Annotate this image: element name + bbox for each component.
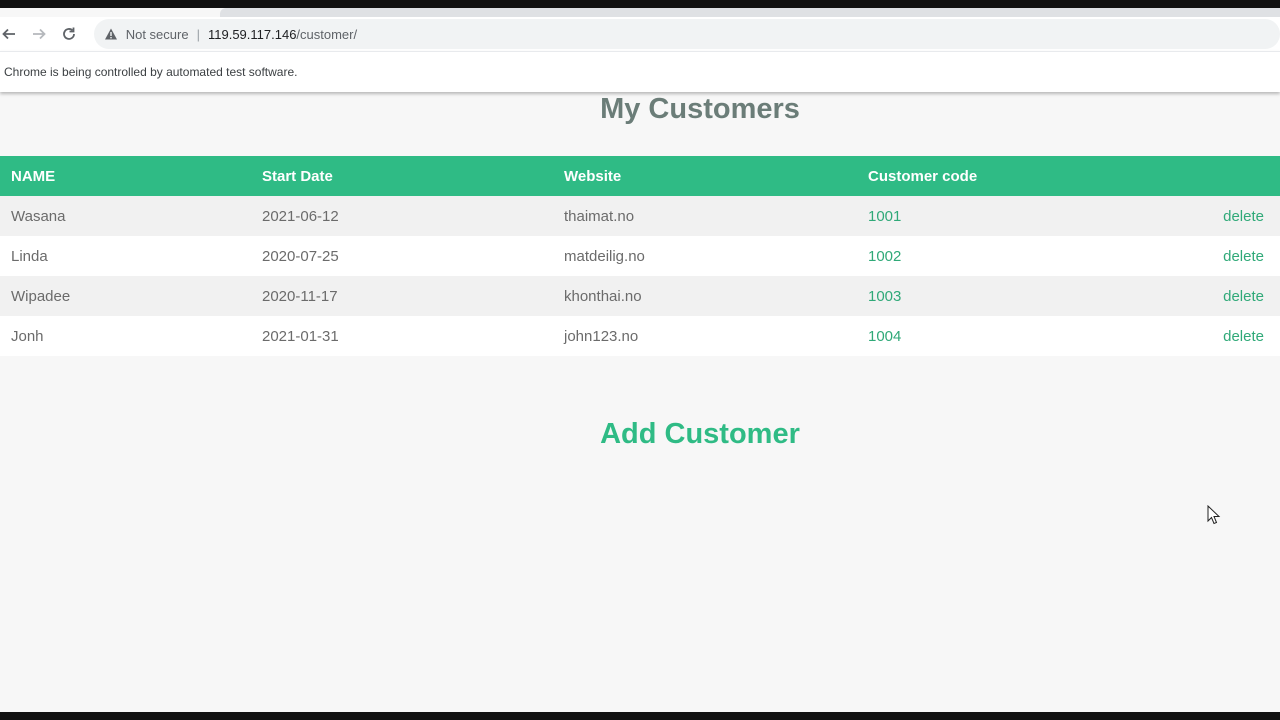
table-row: Jonh 2021-01-31 john123.no 1004 delete	[0, 316, 1280, 356]
cell-website: thaimat.no	[564, 207, 635, 225]
cell-website: matdeilig.no	[564, 247, 645, 265]
cell-website: khonthai.no	[564, 287, 642, 305]
add-customer-heading: Add Customer	[600, 418, 800, 450]
cell-customer-code: 1002	[868, 247, 902, 265]
cell-name: Wipadee	[11, 287, 71, 305]
cell-action: delete	[1157, 276, 1280, 316]
automation-infobar: Chrome is being controlled by automated …	[0, 51, 1280, 92]
cell-name: Linda	[11, 247, 48, 265]
reload-icon	[62, 27, 75, 40]
arrow-right-icon	[32, 28, 46, 40]
delete-link[interactable]: delete	[1223, 328, 1264, 345]
header-start-date: Start Date	[262, 167, 333, 185]
cell-website: john123.no	[564, 327, 639, 345]
reload-button[interactable]	[54, 19, 84, 49]
cell-start-date: 2020-11-17	[262, 287, 338, 305]
url-separator: |	[196, 26, 200, 42]
tab-strip	[220, 8, 1280, 17]
table-header-row: NAME Start Date Website Customer code	[0, 156, 1280, 196]
delete-link[interactable]: delete	[1223, 288, 1264, 305]
cell-start-date: 2021-06-12	[262, 207, 339, 225]
cell-action: delete	[1157, 196, 1280, 236]
screen-top-bar	[0, 0, 1280, 8]
header-action	[1157, 156, 1280, 196]
url-host: 119.59.117.146	[207, 26, 297, 42]
warning-icon	[104, 27, 118, 41]
delete-link[interactable]: delete	[1223, 208, 1264, 225]
page-content: My Customers NAME Start Date Website Cus…	[0, 92, 1280, 712]
delete-link[interactable]: delete	[1223, 248, 1264, 265]
header-customer-code: Customer code	[868, 167, 978, 185]
header-website: Website	[564, 167, 622, 185]
table-row: Wipadee 2020-11-17 khonthai.no 1003 dele…	[0, 276, 1280, 316]
infobar-text: Chrome is being controlled by automated …	[4, 65, 298, 79]
cell-action: delete	[1157, 236, 1280, 276]
mouse-cursor-icon	[1207, 505, 1221, 525]
table-row: Wasana 2021-06-12 thaimat.no 1001 delete	[0, 196, 1280, 236]
forward-button[interactable]	[24, 19, 54, 49]
cell-name: Jonh	[11, 327, 44, 345]
cell-action: delete	[1157, 316, 1280, 356]
header-name: NAME	[11, 167, 56, 185]
screen-bottom-bar	[0, 712, 1280, 720]
address-bar[interactable]: Not secure | 119.59.117.146/customer/	[93, 19, 1280, 49]
cell-start-date: 2021-01-31	[262, 327, 339, 345]
browser-toolbar: Not secure | 119.59.117.146/customer/	[0, 17, 1280, 51]
cell-customer-code: 1001	[868, 207, 902, 225]
cell-start-date: 2020-07-25	[262, 247, 339, 265]
arrow-left-icon	[2, 28, 15, 40]
url-path: /customer/	[296, 26, 358, 42]
table-row: Linda 2020-07-25 matdeilig.no 1002 delet…	[0, 236, 1280, 276]
customers-table: NAME Start Date Website Customer code Wa…	[0, 156, 1280, 356]
page-title: My Customers	[600, 93, 800, 125]
cell-name: Wasana	[11, 207, 66, 225]
cell-customer-code: 1003	[868, 287, 902, 305]
cell-customer-code: 1004	[868, 327, 902, 345]
security-label[interactable]: Not secure	[126, 27, 189, 42]
back-button[interactable]	[0, 19, 24, 49]
